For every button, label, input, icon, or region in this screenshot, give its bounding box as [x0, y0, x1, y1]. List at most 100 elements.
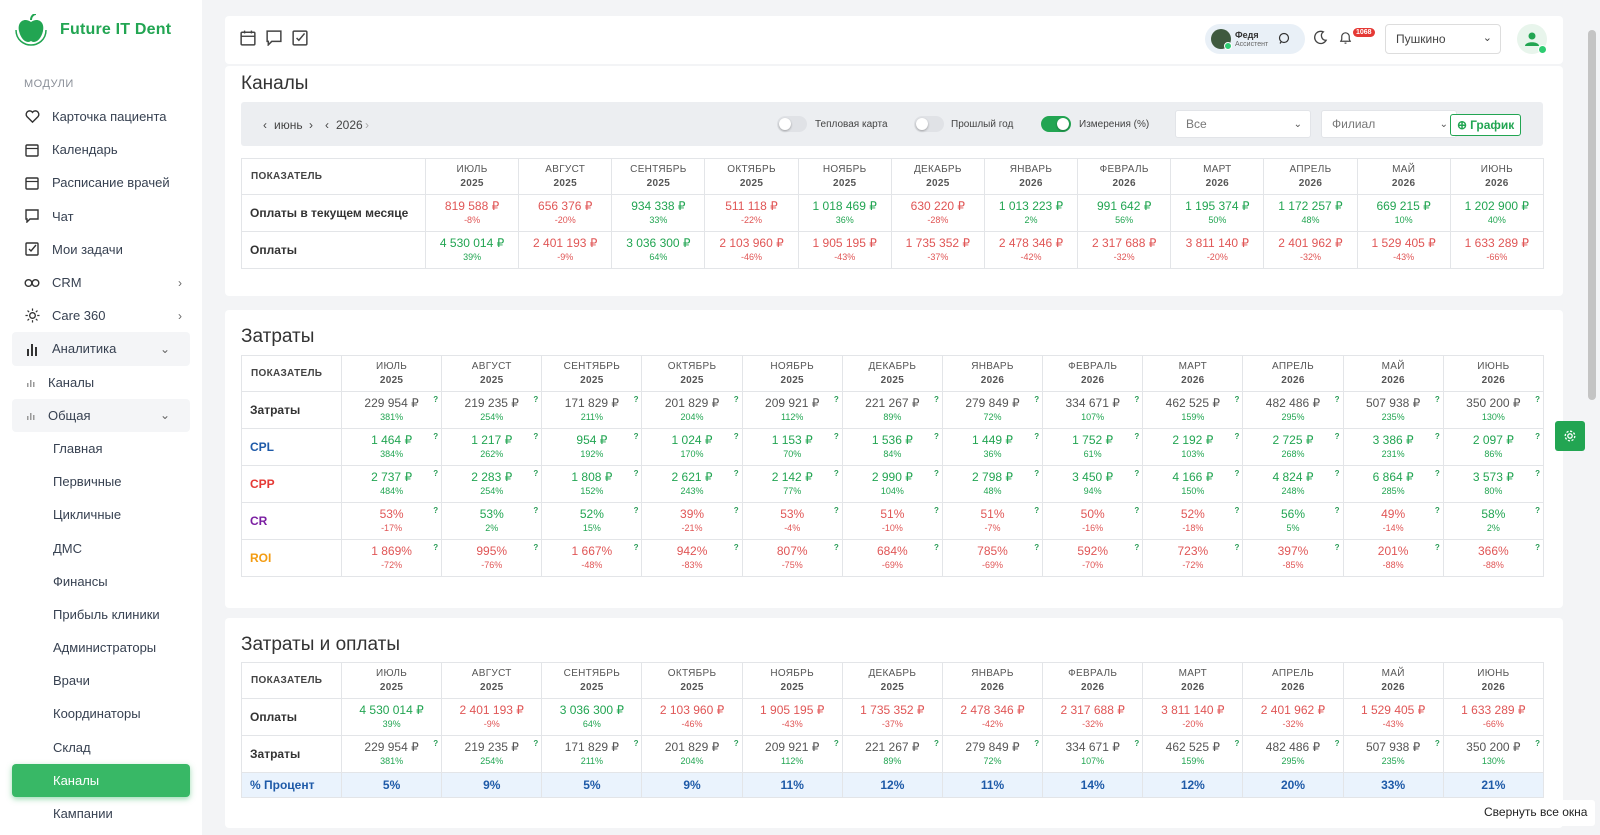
help-icon[interactable]: ? [734, 467, 739, 481]
year-next-icon[interactable]: › [365, 118, 369, 132]
page-scrollbar[interactable] [1588, 30, 1596, 400]
filter-all-select[interactable]: Все ⌄ [1175, 110, 1311, 138]
help-icon[interactable]: ? [1134, 504, 1139, 518]
measures-toggle[interactable] [1041, 116, 1071, 132]
help-icon[interactable]: ? [634, 467, 639, 481]
help-icon[interactable]: ? [634, 430, 639, 444]
help-icon[interactable]: ? [1134, 393, 1139, 407]
sidebar-item-channels-active[interactable]: Каналы [12, 763, 190, 797]
settings-button[interactable] [1555, 421, 1585, 451]
help-icon[interactable]: ? [1235, 467, 1240, 481]
help-icon[interactable]: ? [1235, 737, 1240, 751]
help-icon[interactable]: ? [1435, 430, 1440, 444]
sidebar-item-calendar[interactable]: Календарь [0, 133, 202, 166]
help-icon[interactable]: ? [1034, 393, 1039, 407]
help-icon[interactable]: ? [1235, 504, 1240, 518]
help-icon[interactable]: ? [433, 504, 438, 518]
help-icon[interactable]: ? [834, 393, 839, 407]
sidebar-item-crm[interactable]: CRM › [0, 266, 202, 299]
sidebar-item-primary[interactable]: Первичные [0, 465, 202, 498]
help-icon[interactable]: ? [1335, 393, 1340, 407]
help-icon[interactable]: ? [1335, 541, 1340, 555]
help-icon[interactable]: ? [1435, 467, 1440, 481]
calendar-icon[interactable] [240, 30, 258, 48]
help-icon[interactable]: ? [533, 467, 538, 481]
sidebar-item-channels[interactable]: Каналы [0, 366, 202, 399]
help-icon[interactable]: ? [1535, 393, 1540, 407]
filter-branch-select[interactable]: Филиал ⌄ [1321, 110, 1457, 138]
sidebar-item-chat[interactable]: Чат [0, 200, 202, 233]
help-icon[interactable]: ? [1034, 504, 1039, 518]
help-icon[interactable]: ? [533, 393, 538, 407]
help-icon[interactable]: ? [1235, 430, 1240, 444]
help-icon[interactable]: ? [1034, 467, 1039, 481]
graph-button[interactable]: ⊕ График [1450, 114, 1522, 136]
sidebar-item-doctors[interactable]: Врачи [0, 664, 202, 697]
help-icon[interactable]: ? [1134, 541, 1139, 555]
help-icon[interactable]: ? [1134, 467, 1139, 481]
user-avatar[interactable] [1517, 24, 1547, 54]
help-icon[interactable]: ? [834, 737, 839, 751]
help-icon[interactable]: ? [834, 467, 839, 481]
help-icon[interactable]: ? [934, 541, 939, 555]
help-icon[interactable]: ? [1235, 541, 1240, 555]
moon-icon[interactable] [1313, 30, 1331, 48]
help-icon[interactable]: ? [433, 541, 438, 555]
help-icon[interactable]: ? [533, 504, 538, 518]
help-icon[interactable]: ? [734, 430, 739, 444]
help-icon[interactable]: ? [1535, 430, 1540, 444]
sidebar-item-finance[interactable]: Финансы [0, 565, 202, 598]
help-icon[interactable]: ? [734, 737, 739, 751]
tasks-icon[interactable] [292, 30, 310, 48]
help-icon[interactable]: ? [1535, 737, 1540, 751]
sidebar-item-warehouse[interactable]: Склад [0, 731, 202, 764]
sidebar-item-analytics[interactable]: Аналитика ⌄ [12, 332, 190, 366]
help-icon[interactable]: ? [934, 430, 939, 444]
help-icon[interactable]: ? [433, 430, 438, 444]
help-icon[interactable]: ? [634, 504, 639, 518]
help-icon[interactable]: ? [934, 467, 939, 481]
help-icon[interactable]: ? [1034, 737, 1039, 751]
chat-icon[interactable] [266, 30, 284, 48]
help-icon[interactable]: ? [433, 393, 438, 407]
help-icon[interactable]: ? [634, 737, 639, 751]
help-icon[interactable]: ? [1435, 737, 1440, 751]
help-icon[interactable]: ? [1335, 467, 1340, 481]
help-icon[interactable]: ? [634, 393, 639, 407]
help-icon[interactable]: ? [1335, 504, 1340, 518]
month-next-icon[interactable]: › [309, 118, 313, 132]
sidebar-item-patient-card[interactable]: Карточка пациента [0, 100, 202, 133]
branch-select[interactable]: Пушкино ⌄ [1385, 24, 1501, 54]
help-icon[interactable]: ? [1235, 393, 1240, 407]
sidebar-item-my-tasks[interactable]: Мои задачи [0, 233, 202, 266]
assistant-button[interactable]: Федя Ассистент [1205, 24, 1305, 54]
help-icon[interactable]: ? [1435, 504, 1440, 518]
help-icon[interactable]: ? [834, 504, 839, 518]
help-icon[interactable]: ? [1335, 737, 1340, 751]
help-icon[interactable]: ? [433, 467, 438, 481]
sidebar-item-general[interactable]: Общая ⌄ [12, 398, 190, 432]
sidebar-item-doctor-schedule[interactable]: Расписание врачей [0, 166, 202, 199]
sidebar-item-coordinators[interactable]: Координаторы [0, 697, 202, 730]
help-icon[interactable]: ? [934, 504, 939, 518]
sidebar-item-cyclic[interactable]: Цикличные [0, 498, 202, 531]
sidebar-item-admins[interactable]: Администраторы [0, 631, 202, 664]
help-icon[interactable]: ? [1535, 541, 1540, 555]
help-icon[interactable]: ? [1134, 430, 1139, 444]
help-icon[interactable]: ? [834, 541, 839, 555]
help-icon[interactable]: ? [1535, 504, 1540, 518]
help-icon[interactable]: ? [1134, 737, 1139, 751]
year-prev-icon[interactable]: ‹ [325, 118, 329, 132]
sidebar-item-campaigns[interactable]: Кампании [0, 797, 202, 830]
help-icon[interactable]: ? [533, 541, 538, 555]
sidebar-item-dms[interactable]: ДМС [0, 531, 202, 564]
help-icon[interactable]: ? [734, 504, 739, 518]
month-prev-icon[interactable]: ‹ [263, 118, 267, 132]
help-icon[interactable]: ? [433, 737, 438, 751]
help-icon[interactable]: ? [934, 737, 939, 751]
help-icon[interactable]: ? [1435, 393, 1440, 407]
logo[interactable]: Future IT Dent [14, 14, 171, 46]
help-icon[interactable]: ? [734, 393, 739, 407]
help-icon[interactable]: ? [634, 541, 639, 555]
sidebar-item-care360[interactable]: Care 360 › [0, 299, 202, 332]
